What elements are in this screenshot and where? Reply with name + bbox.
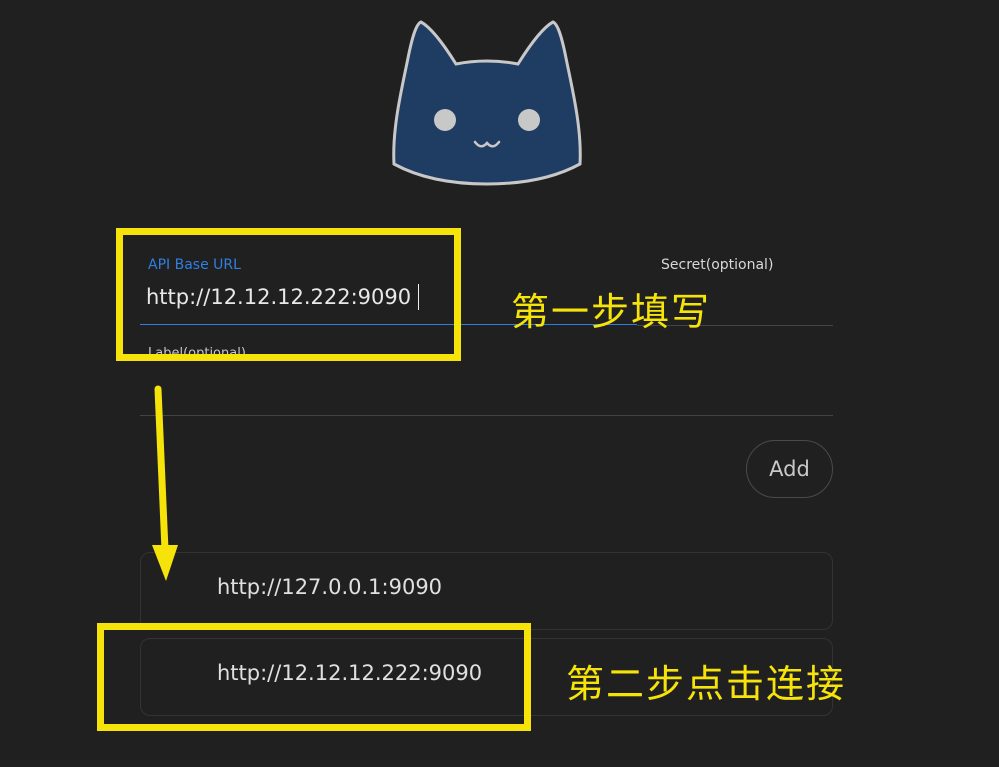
label-input[interactable]: [140, 370, 837, 412]
add-button[interactable]: Add: [746, 440, 833, 498]
backend-list-item[interactable]: http://127.0.0.1:9090: [140, 552, 833, 630]
step1-annotation: 第一步填写: [511, 290, 712, 334]
backend-url: http://127.0.0.1:9090: [217, 575, 443, 599]
step2-highlight-box: [97, 623, 531, 731]
down-arrow-icon: [152, 385, 178, 581]
secret-label: Secret(optional): [661, 257, 774, 273]
cat-logo-icon: [392, 20, 582, 186]
step2-annotation: 第二步点击连接: [566, 662, 847, 706]
step1-highlight-box: [116, 228, 461, 361]
clash-dashboard-setup: API Base URL Secret(optional) Label(opti…: [0, 0, 999, 767]
label-underline: [140, 415, 833, 416]
